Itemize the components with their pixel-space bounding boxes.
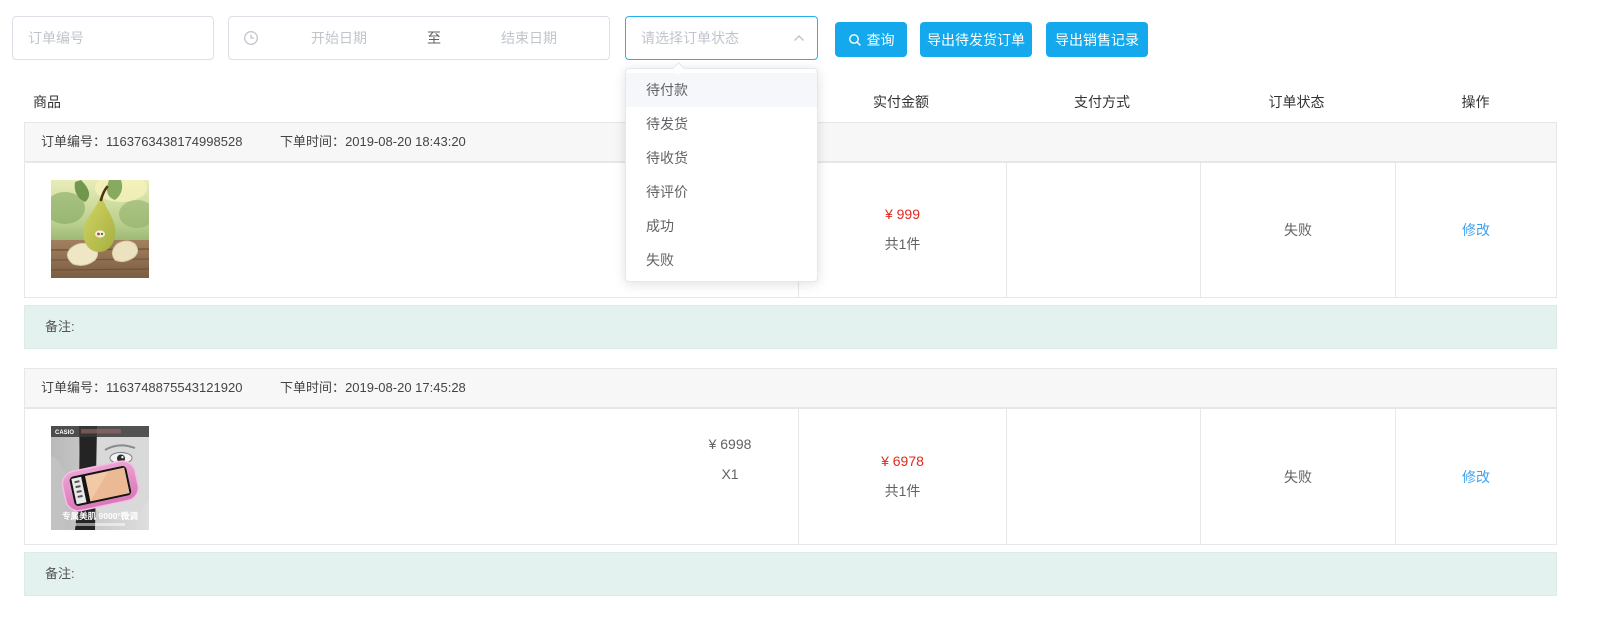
unit-price-block: ¥ 6998 X1 — [692, 429, 768, 489]
order-status-value: 失败 — [1284, 220, 1312, 240]
status-option-pending-shipment[interactable]: 待发货 — [626, 107, 817, 141]
order-status-select-placeholder: 请选择订单状态 — [626, 28, 793, 48]
product-image-pear — [51, 180, 149, 278]
status-option-success[interactable]: 成功 — [626, 209, 817, 243]
order-body-row: CASIO 专属美肌 9000°微调 ¥ 6998 X — [24, 408, 1557, 545]
end-date-input[interactable]: 结束日期 — [449, 28, 609, 48]
order-number-label: 订单编号： — [41, 380, 106, 395]
action-cell: 修改 — [1395, 409, 1556, 544]
paid-amount-value: ¥ 6978 — [881, 453, 924, 469]
status-option-pending-review[interactable]: 待评价 — [626, 175, 817, 209]
order-number-input[interactable] — [12, 16, 214, 60]
unit-price-value: ¥ 6998 — [692, 429, 768, 459]
order-status-cell: 失败 — [1200, 163, 1395, 297]
order-time-label: 下单时间： — [280, 134, 345, 149]
order-status-cell: 失败 — [1200, 409, 1395, 544]
column-header-payment-method: 支付方式 — [1005, 92, 1199, 112]
status-option-pending-payment[interactable]: 待付款 — [626, 73, 817, 107]
search-button[interactable]: 查询 — [835, 22, 907, 57]
order-number-value: 1163763438174998528 — [106, 134, 242, 149]
status-option-pending-receipt[interactable]: 待收货 — [626, 141, 817, 175]
export-sales-records-button[interactable]: 导出销售记录 — [1046, 22, 1148, 57]
search-icon — [848, 33, 862, 47]
order-header-row: 订单编号：1163748875543121920 下单时间：2019-08-20… — [24, 368, 1557, 408]
order-management-page: 开始日期 至 结束日期 请选择订单状态 查询 导出待发货订单 导出销售记录 商品… — [0, 0, 1603, 621]
order-time-value: 2019-08-20 17:45:28 — [345, 380, 466, 395]
order-status-select[interactable]: 请选择订单状态 — [625, 16, 818, 60]
column-header-product: 商品 — [33, 92, 61, 112]
clock-icon — [243, 30, 259, 46]
modify-link[interactable]: 修改 — [1462, 220, 1490, 240]
date-range-picker[interactable]: 开始日期 至 结束日期 — [228, 16, 610, 60]
order-time-value: 2019-08-20 18:43:20 — [345, 134, 466, 149]
order-remark-row: 备注: — [24, 305, 1557, 349]
remark-label: 备注: — [45, 566, 75, 581]
payment-method-cell — [1006, 163, 1200, 297]
quantity-value: X1 — [692, 459, 768, 489]
paid-amount-cell: ¥ 6978 共1件 — [798, 409, 1006, 544]
camera-brand-text: CASIO — [55, 430, 74, 436]
order-number-label: 订单编号： — [41, 134, 106, 149]
column-header-order-status: 订单状态 — [1199, 92, 1394, 112]
export-pending-orders-button[interactable]: 导出待发货订单 — [920, 22, 1032, 57]
order-status-dropdown: 待付款 待发货 待收货 待评价 成功 失败 — [625, 68, 818, 282]
modify-link[interactable]: 修改 — [1462, 467, 1490, 487]
order-time-label: 下单时间： — [280, 380, 345, 395]
search-button-label: 查询 — [867, 30, 895, 50]
column-header-paid-amount: 实付金额 — [797, 92, 1005, 112]
order-status-value: 失败 — [1284, 467, 1312, 487]
paid-count: 共1件 — [885, 234, 921, 254]
product-image-camera: CASIO 专属美肌 9000°微调 — [51, 426, 149, 530]
camera-caption-text: 专属美肌 9000°微调 — [62, 511, 138, 521]
status-option-failed[interactable]: 失败 — [626, 243, 817, 277]
start-date-input[interactable]: 开始日期 — [259, 28, 419, 48]
paid-amount-cell: ¥ 999 共1件 — [798, 163, 1006, 297]
chevron-up-icon — [793, 34, 805, 42]
payment-method-cell — [1006, 409, 1200, 544]
remark-label: 备注: — [45, 319, 75, 334]
action-cell: 修改 — [1395, 163, 1556, 297]
paid-amount-value: ¥ 999 — [885, 206, 920, 222]
product-cell: CASIO 专属美肌 9000°微调 ¥ 6998 X — [25, 409, 798, 544]
order-remark-row: 备注: — [24, 552, 1557, 596]
date-range-separator: 至 — [419, 28, 449, 48]
column-header-action: 操作 — [1394, 92, 1557, 112]
paid-count: 共1件 — [885, 481, 921, 501]
order-number-value: 1163748875543121920 — [106, 380, 242, 395]
